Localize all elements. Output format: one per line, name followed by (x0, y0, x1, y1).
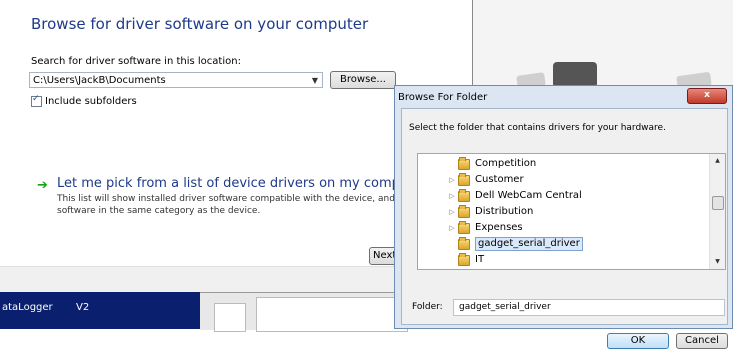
dialog-instruction: Select the folder that contains drivers … (409, 123, 666, 133)
path-combobox[interactable]: C:\Users\JackB\Documents ▼ (29, 72, 323, 88)
tree-item[interactable]: ▷ Distribution (448, 204, 533, 220)
chevron-down-icon[interactable]: ▼ (312, 73, 318, 89)
search-location-label: Search for driver software in this locat… (31, 56, 241, 67)
tree-item-label: Distribution (475, 206, 534, 217)
folder-icon (458, 204, 470, 218)
tree-item[interactable]: ▷ Expenses (448, 220, 523, 236)
folder-icon (458, 252, 470, 266)
include-subfolders-checkbox[interactable] (31, 94, 42, 107)
tree-item-label: gadget_serial_driver (475, 237, 583, 251)
pick-from-list-link[interactable]: Let me pick from a list of device driver… (57, 176, 427, 191)
cancel-button[interactable]: Cancel (676, 333, 728, 349)
ok-button[interactable]: OK (607, 333, 669, 349)
green-arrow-icon: ➔ (37, 178, 48, 193)
folder-field[interactable]: gadget_serial_driver (453, 299, 725, 316)
tree-item-label: Dell WebCam Central (475, 190, 582, 201)
path-value: C:\Users\JackB\Documents (33, 75, 166, 86)
tree-item-selected[interactable]: gadget_serial_driver (448, 236, 583, 252)
taskbar-app-label[interactable]: ataLogger (2, 302, 53, 313)
expand-arrow-icon[interactable]: ▷ (448, 204, 456, 220)
dialog-body: Select the folder that contains drivers … (401, 108, 728, 349)
taskbar: ataLogger V2 (0, 292, 200, 329)
expand-arrow-icon[interactable]: ▷ (448, 220, 456, 236)
tree-item-label: Competition (475, 158, 537, 169)
folder-icon (458, 156, 470, 170)
tree-item[interactable]: ▷ Customer (448, 172, 524, 188)
folder-icon (458, 172, 470, 186)
background-panel (256, 297, 408, 332)
include-subfolders-row[interactable]: Include subfolders (31, 94, 137, 107)
browse-for-folder-dialog: Browse For Folder x Select the folder th… (394, 85, 733, 349)
tree-scrollbar[interactable]: ▲ ▼ (709, 154, 725, 269)
scroll-thumb[interactable] (712, 196, 724, 210)
expand-arrow-icon[interactable]: ▷ (448, 172, 456, 188)
close-button[interactable]: x (687, 88, 727, 104)
background-window-strip (200, 292, 408, 332)
wizard-heading: Browse for driver software on your compu… (31, 15, 369, 33)
background-panel (214, 303, 246, 332)
tree-item[interactable]: IT (448, 252, 484, 268)
include-subfolders-label: Include subfolders (45, 96, 137, 107)
tree-item[interactable]: Competition (448, 156, 536, 172)
expand-arrow-icon[interactable]: ▷ (448, 188, 456, 204)
scroll-up-icon[interactable]: ▲ (710, 154, 725, 168)
taskbar-version-label: V2 (76, 302, 90, 313)
tree-item-label: Expenses (475, 222, 523, 233)
folder-field-label: Folder: (412, 302, 443, 312)
folder-icon (458, 236, 470, 250)
tree-item-label: IT (475, 254, 485, 265)
folder-icon (458, 188, 470, 202)
dialog-title: Browse For Folder (398, 92, 488, 103)
folder-tree[interactable]: Competition ▷ Customer ▷ Dell WebCam Cen… (417, 153, 726, 270)
browse-button[interactable]: Browse... (330, 71, 396, 89)
scroll-down-icon[interactable]: ▼ (710, 255, 725, 269)
folder-icon (458, 220, 470, 234)
tree-item-label: Customer (475, 174, 524, 185)
tree-item[interactable]: ▷ Dell WebCam Central (448, 188, 582, 204)
